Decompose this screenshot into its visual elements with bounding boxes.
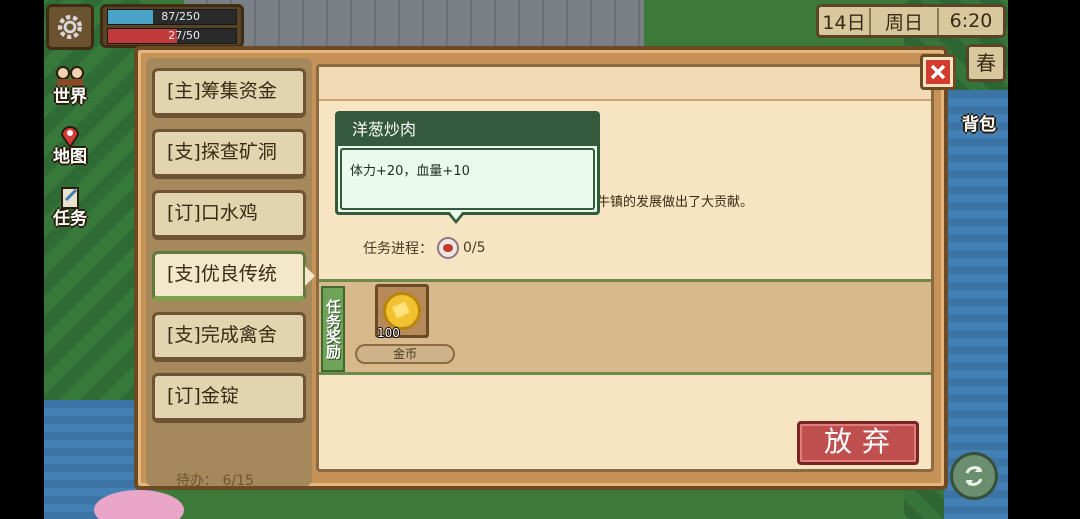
stamina-bar-fill xyxy=(108,10,153,24)
quest-tab[interactable]: [主]筹集资金 xyxy=(152,68,306,118)
close-icon xyxy=(926,60,950,84)
tooltip-body: 体力+20，血量+10 xyxy=(350,164,470,179)
world-icon xyxy=(46,64,94,88)
dish-icon[interactable] xyxy=(437,237,459,259)
quest-tab[interactable]: [订]口水鸡 xyxy=(152,190,306,240)
world-button[interactable]: 世界 xyxy=(46,64,94,108)
settings-button[interactable] xyxy=(46,4,94,50)
world-label: 世界 xyxy=(53,87,87,107)
health-bar-fill xyxy=(108,29,178,43)
todo-count: 待办： 6/15 xyxy=(176,473,254,489)
progress-label: 任务进程： xyxy=(363,241,433,257)
map-button[interactable]: 地图 xyxy=(46,124,94,168)
tasks-label: 任务 xyxy=(53,209,87,229)
quest-progress: 任务进程： 0/5 xyxy=(363,237,486,259)
gear-icon xyxy=(57,14,83,40)
reward-section: 任务奖励 100 金币 xyxy=(319,279,931,375)
tooltip-title: 洋葱炒肉 xyxy=(338,114,597,146)
gold-coin-icon xyxy=(383,292,421,330)
blossom-tree xyxy=(94,490,184,519)
map-label: 地图 xyxy=(53,147,87,167)
progress-value: 0/5 xyxy=(463,240,486,256)
quest-tab[interactable]: [订]金锭 xyxy=(152,373,306,423)
reward-label: 任务奖励 xyxy=(321,286,345,372)
time-text: 6:20 xyxy=(949,10,993,32)
backpack-button[interactable]: 背包 xyxy=(954,96,1004,148)
tasks-button[interactable]: 任务 xyxy=(46,186,94,230)
quest-tab-list: [主]筹集资金 [支]探查矿洞 [订]口水鸡 [支]优良传统 [支]完成禽舍 [… xyxy=(146,58,315,489)
reward-count: 100 xyxy=(377,326,400,340)
quest-description: 牛镇的发展做出了大贡献。 xyxy=(597,195,754,210)
stamina-text: 87/250 xyxy=(161,10,200,23)
reward-item-name: 金币 xyxy=(355,344,455,364)
date-time-display: 14日 周日 6:20 xyxy=(816,4,1006,38)
quest-tab[interactable]: [支]探查矿洞 xyxy=(152,129,306,179)
abandon-button[interactable]: 放弃 xyxy=(797,421,919,465)
stamina-bar: 87/250 xyxy=(107,9,237,25)
weekday-text: 周日 xyxy=(871,7,939,35)
refresh-icon xyxy=(965,466,983,486)
health-bar: 27/50 xyxy=(107,28,237,44)
tooltip-arrow-inner xyxy=(449,211,463,220)
item-tooltip: 洋葱炒肉 体力+20，血量+10 xyxy=(335,111,600,224)
backpack-icon: 背包 xyxy=(962,114,996,135)
refresh-button[interactable] xyxy=(950,452,998,500)
health-text: 27/50 xyxy=(168,29,200,42)
detail-header xyxy=(319,67,931,101)
quest-icon xyxy=(46,186,94,210)
stone-wall xyxy=(184,0,644,48)
tooltip-body-frame: 体力+20，血量+10 xyxy=(340,148,595,210)
close-button[interactable] xyxy=(920,54,956,90)
day-text: 14日 xyxy=(819,7,871,35)
season-indicator: 春 xyxy=(966,44,1006,82)
map-pin-icon xyxy=(46,124,94,148)
stat-bars: 87/250 27/50 xyxy=(100,4,244,48)
quest-tab-selected[interactable]: [支]优良传统 xyxy=(152,251,315,301)
quest-tab[interactable]: [支]完成禽舍 xyxy=(152,312,306,362)
